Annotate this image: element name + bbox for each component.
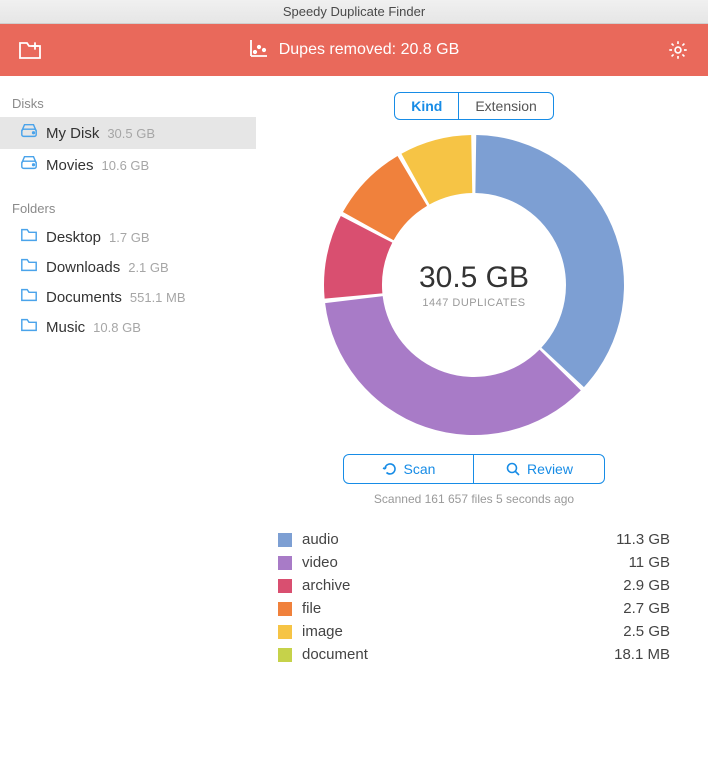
legend-category: image [302,623,343,640]
legend-row[interactable]: image 2.5 GB [278,620,670,643]
legend-swatch-icon [278,533,292,547]
action-buttons: Scan Review [343,454,605,484]
legend-swatch-icon [278,602,292,616]
legend-value: 2.9 GB [623,577,670,594]
add-folder-button[interactable] [18,38,42,62]
sidebar: Disks My Disk 30.5 GB Movies 10.6 GB Fol… [0,76,256,776]
window-title: Speedy Duplicate Finder [0,0,708,24]
legend: audio 11.3 GB video 11 GB archive 2.9 GB file 2… [268,528,680,666]
folder-size: 551.1 MB [130,290,186,305]
disk-icon [20,122,38,144]
folder-row[interactable]: Documents 551.1 MB [0,282,256,312]
scan-button[interactable]: Scan [344,455,474,483]
stats-icon [249,38,269,63]
folder-size: 10.8 GB [93,320,141,335]
legend-category: video [302,554,338,571]
folders-section-header: Folders [0,181,256,222]
legend-row[interactable]: audio 11.3 GB [278,528,670,551]
donut-chart: 30.5 GB 1447 DUPLICATES [319,130,629,440]
segment-kind[interactable]: Kind [395,93,459,119]
folder-icon [20,317,38,337]
legend-swatch-icon [278,625,292,639]
legend-value: 2.5 GB [623,623,670,640]
legend-row[interactable]: video 11 GB [278,551,670,574]
segment-extension[interactable]: Extension [459,93,552,119]
disk-size: 10.6 GB [102,158,150,173]
folder-size: 2.1 GB [128,260,168,275]
legend-value: 18.1 MB [614,646,670,663]
legend-value: 11 GB [629,554,670,571]
folder-name: Music [46,319,85,336]
total-size: 30.5 GB [419,261,529,295]
folder-icon [20,227,38,247]
legend-category: document [302,646,368,663]
legend-row[interactable]: archive 2.9 GB [278,574,670,597]
folder-name: Downloads [46,259,120,276]
view-mode-segmented: Kind Extension [394,92,554,120]
disks-section-header: Disks [0,76,256,117]
main-panel: Kind Extension 30.5 GB 1447 DUPLICATES S… [256,76,708,776]
legend-category: file [302,600,321,617]
duplicates-count: 1447 DUPLICATES [419,297,529,309]
legend-value: 11.3 GB [616,531,670,548]
legend-row[interactable]: document 18.1 MB [278,643,670,666]
toolbar: Dupes removed: 20.8 GB [0,24,708,76]
legend-swatch-icon [278,579,292,593]
folder-name: Desktop [46,229,101,246]
folder-row[interactable]: Music 10.8 GB [0,312,256,342]
legend-swatch-icon [278,648,292,662]
legend-category: audio [302,531,339,548]
legend-row[interactable]: file 2.7 GB [278,597,670,620]
review-button[interactable]: Review [474,455,604,483]
disk-name: My Disk [46,125,99,142]
folder-row[interactable]: Downloads 2.1 GB [0,252,256,282]
disk-size: 30.5 GB [107,126,155,141]
folder-icon [20,287,38,307]
legend-category: archive [302,577,350,594]
donut-slice-video[interactable] [325,296,581,435]
disk-row[interactable]: My Disk 30.5 GB [0,117,256,149]
disk-row[interactable]: Movies 10.6 GB [0,149,256,181]
legend-swatch-icon [278,556,292,570]
disk-name: Movies [46,157,94,174]
folder-row[interactable]: Desktop 1.7 GB [0,222,256,252]
disk-icon [20,154,38,176]
folder-name: Documents [46,289,122,306]
scan-status: Scanned 161 657 files 5 seconds ago [268,492,680,506]
folder-size: 1.7 GB [109,230,149,245]
settings-button[interactable] [666,38,690,62]
toolbar-status: Dupes removed: 20.8 GB [249,38,460,63]
legend-value: 2.7 GB [623,600,670,617]
folder-icon [20,257,38,277]
